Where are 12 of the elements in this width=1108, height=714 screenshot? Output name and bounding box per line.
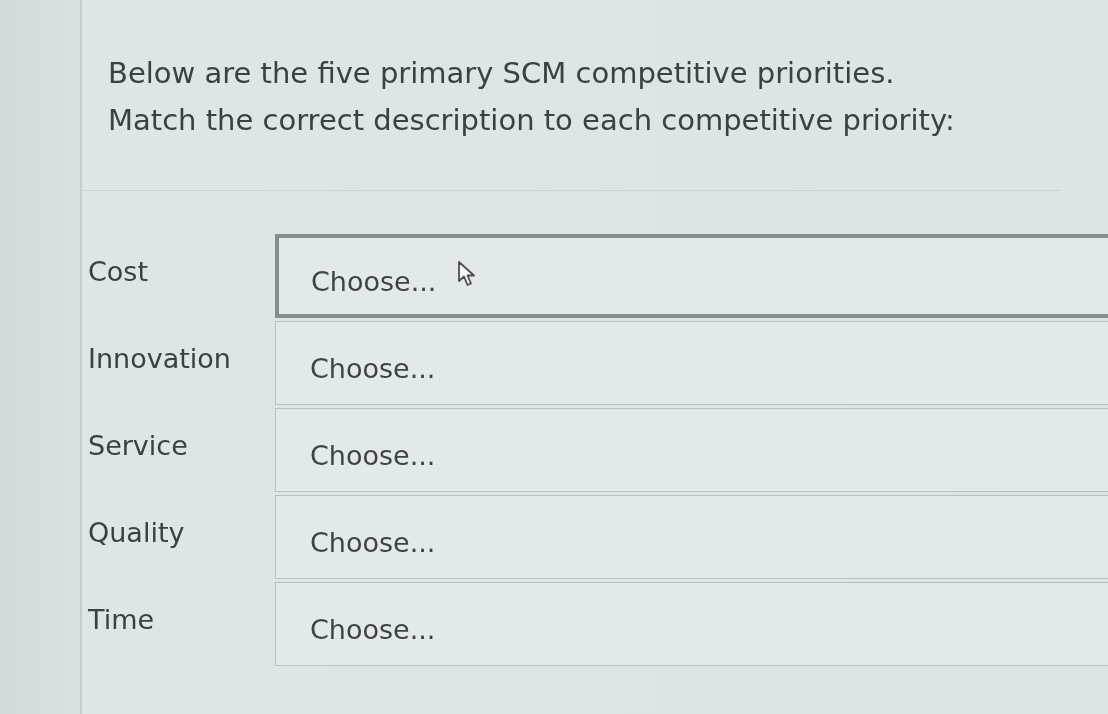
priority-label: Quality: [88, 516, 185, 550]
question-text: Match the correct description to each competitive priority:: [108, 102, 956, 139]
question-text: Below are the five primary SCM competitive priorities.: [108, 55, 896, 92]
answer-dropdown[interactable]: Choose...: [275, 495, 1108, 579]
priority-label: Time: [88, 603, 155, 637]
answer-dropdown[interactable]: Choose...: [275, 582, 1108, 666]
priority-label: Innovation: [88, 342, 231, 376]
answer-dropdown[interactable]: Choose...: [275, 234, 1108, 318]
priority-label: Service: [88, 429, 188, 463]
answer-dropdown[interactable]: Choose...: [275, 408, 1108, 492]
answer-dropdown[interactable]: Choose...: [275, 321, 1108, 405]
priority-label: Cost: [88, 255, 149, 289]
